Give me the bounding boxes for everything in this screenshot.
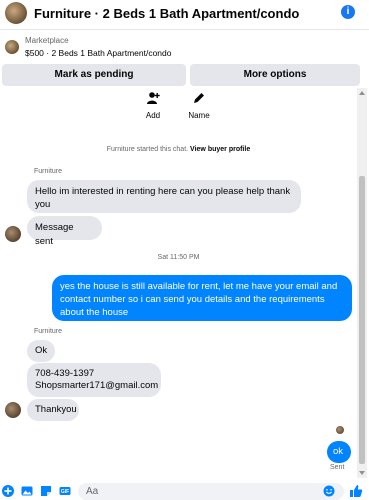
mark-as-pending-button[interactable]: Mark as pending <box>2 64 186 86</box>
add-people-action[interactable]: Add <box>140 88 166 120</box>
message-status: Sent <box>330 464 345 471</box>
message-bubble-sent[interactable]: yes the house is still available for ren… <box>52 275 352 321</box>
message-timestamp: Sat 11:50 PM <box>157 254 200 261</box>
info-icon[interactable]: i <box>341 5 355 19</box>
chat-started-text: Furniture started this chat. <box>106 146 189 153</box>
listing-small-thumbnail <box>5 40 19 54</box>
message-bubble[interactable]: Message sent <box>27 216 102 247</box>
scroll-down-icon[interactable] <box>359 471 365 475</box>
chat-started-notice: Furniture started this chat. View buyer … <box>0 146 357 153</box>
sticker-icon[interactable] <box>40 485 52 497</box>
sender-name: Furniture <box>34 328 63 335</box>
message-bubble[interactable]: Thankyou <box>27 399 79 421</box>
avatar[interactable] <box>5 226 21 242</box>
message-input[interactable]: Aa <box>78 483 344 500</box>
add-label: Add <box>145 111 161 120</box>
name-label: Name <box>188 111 210 120</box>
chat-header: Furniture · 2 Beds 1 Bath Apartment/cond… <box>0 0 369 30</box>
scroll-up-icon[interactable] <box>359 91 365 95</box>
avatar[interactable] <box>5 402 21 418</box>
marketplace-label: Marketplace <box>25 36 69 45</box>
gif-icon[interactable]: GIF <box>59 485 71 497</box>
message-bubble-sent[interactable]: ok <box>327 441 351 463</box>
message-composer: GIF Aa <box>0 482 369 500</box>
message-bubble[interactable]: Ok <box>27 340 55 362</box>
read-receipt-avatar <box>336 426 344 434</box>
plus-icon[interactable] <box>2 485 14 497</box>
listing-thumbnail[interactable] <box>5 2 27 24</box>
like-icon[interactable] <box>349 484 363 498</box>
chat-title[interactable]: Furniture · 2 Beds 1 Bath Apartment/cond… <box>34 6 299 21</box>
pencil-icon <box>189 88 209 108</box>
scrollbar-thumb[interactable] <box>359 176 365 464</box>
listing-price-title: $500 · 2 Beds 1 Bath Apartment/condo <box>25 48 172 58</box>
svg-text:GIF: GIF <box>61 489 69 495</box>
emoji-icon[interactable] <box>323 485 335 497</box>
view-buyer-profile-link[interactable]: View buyer profile <box>190 146 250 153</box>
sender-name: Furniture <box>34 168 63 175</box>
more-options-button[interactable]: More options <box>190 64 360 86</box>
add-person-icon <box>143 88 163 108</box>
message-bubble[interactable]: 708-439-1397 Shopsmarter171@gmail.com <box>27 363 161 397</box>
photo-icon[interactable] <box>21 485 33 497</box>
message-bubble[interactable]: Hello im interested in renting here can … <box>27 180 301 213</box>
marketplace-listing[interactable]: Marketplace $500 · 2 Beds 1 Bath Apartme… <box>0 36 369 62</box>
scrollbar[interactable] <box>357 88 367 478</box>
conversation-area[interactable]: Add Name Furniture started this chat. Vi… <box>0 88 369 478</box>
name-chat-action[interactable]: Name <box>184 88 214 120</box>
